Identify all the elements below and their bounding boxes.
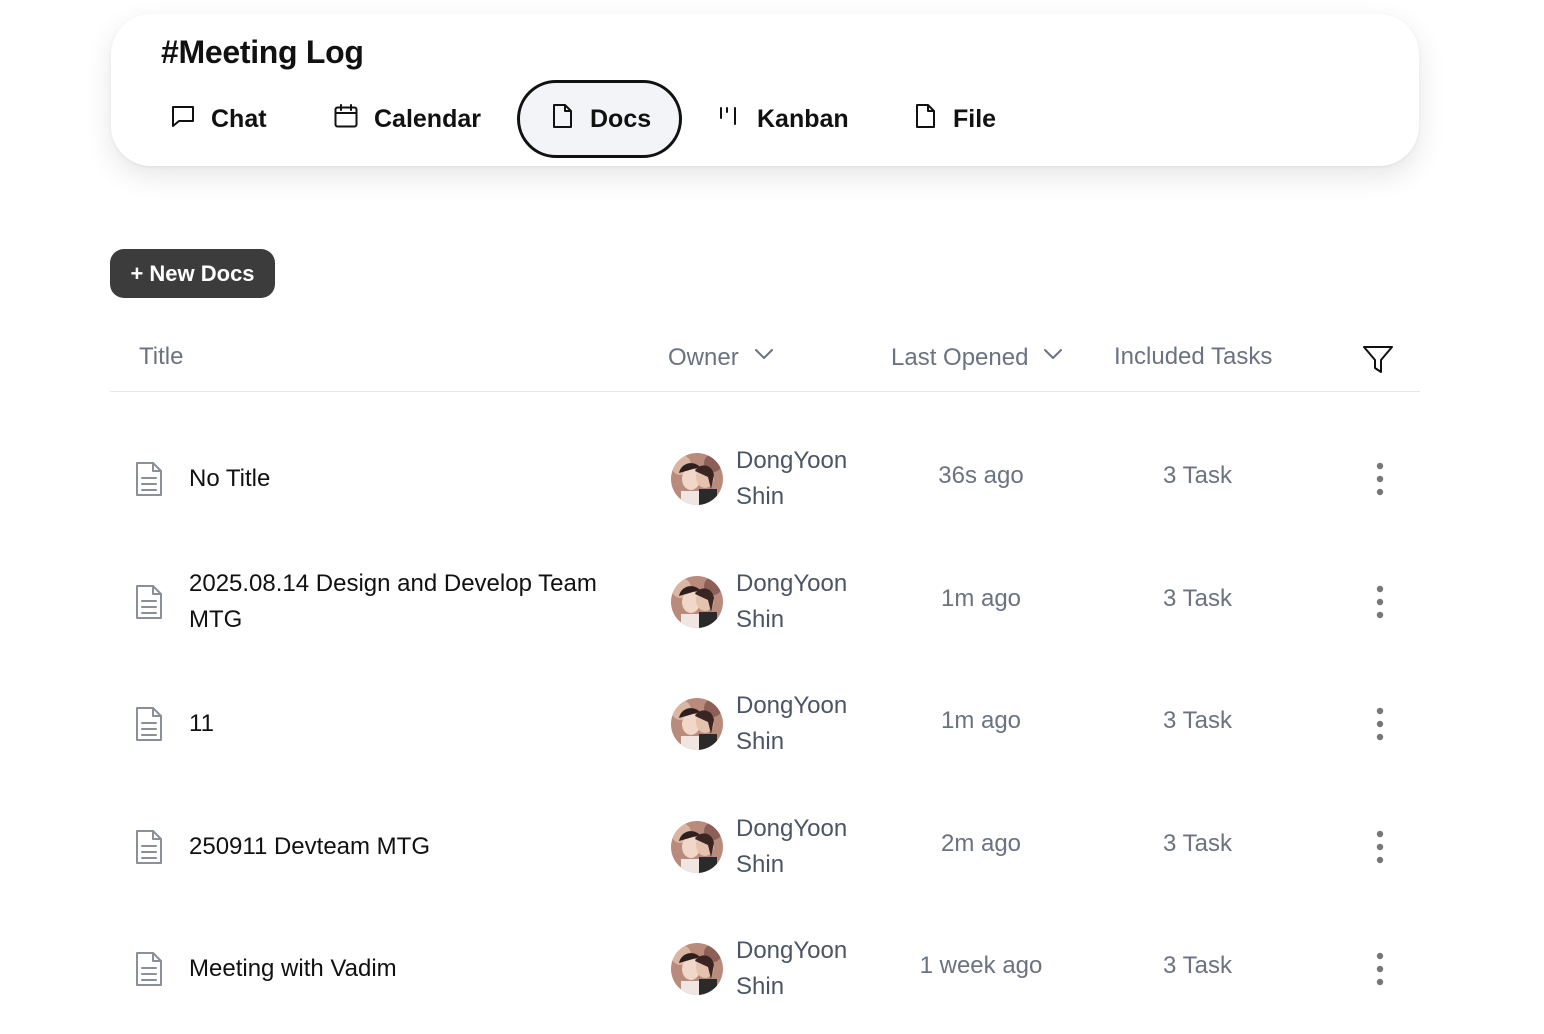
more-options-icon[interactable]	[1365, 704, 1395, 744]
tab-label: Chat	[211, 104, 267, 133]
chevron-down-icon	[753, 343, 775, 372]
owner-name: DongYoon Shin	[736, 814, 848, 878]
column-header-included-tasks: Included Tasks	[1114, 343, 1272, 371]
table-row[interactable]: 2025.08.14 Design and Develop Team MTG D…	[110, 541, 1420, 663]
column-header-label: Last Opened	[891, 343, 1029, 371]
column-header-owner[interactable]: Owner	[668, 343, 775, 372]
doc-title: 250911 Devteam MTG	[189, 832, 430, 860]
calendar-icon	[332, 102, 360, 137]
tab-label: Calendar	[374, 104, 481, 133]
included-tasks: 3 Task	[1163, 707, 1232, 734]
more-options-icon[interactable]	[1365, 582, 1395, 622]
doc-title: No Title	[189, 465, 271, 492]
document-icon	[132, 950, 166, 988]
more-options-icon[interactable]	[1365, 459, 1395, 499]
document-icon	[132, 460, 166, 498]
column-header-label: Title	[139, 343, 184, 370]
channel-header: #Meeting Log Chat Calendar Docs Kanban F…	[111, 14, 1419, 166]
last-opened: 1m ago	[940, 707, 1022, 734]
document-icon	[548, 102, 576, 137]
avatar	[671, 698, 723, 750]
avatar	[671, 820, 723, 873]
doc-title: 2025.08.14 Design and Develop Team MTG	[189, 569, 597, 633]
table-row[interactable]: No Title DongYoon Shin 36s ago 3 Task	[110, 418, 1420, 540]
avatar	[671, 943, 723, 995]
included-tasks: 3 Task	[1163, 829, 1232, 857]
tab-label: Kanban	[757, 104, 849, 133]
column-header-last-opened[interactable]: Last Opened	[891, 343, 1064, 372]
chevron-down-icon	[1042, 343, 1064, 372]
document-icon	[132, 828, 166, 866]
filter-icon[interactable]	[1360, 342, 1396, 378]
more-options-icon[interactable]	[1365, 949, 1395, 989]
channel-title: #Meeting Log	[161, 34, 364, 70]
owner-name: DongYoon Shin	[736, 937, 848, 1000]
last-opened: 36s ago	[938, 462, 1024, 489]
owner-name: DongYoon Shin	[736, 569, 848, 633]
included-tasks: 3 Task	[1163, 952, 1232, 979]
chat-bubble-icon	[169, 102, 197, 137]
kanban-icon	[715, 102, 743, 137]
doc-title: 11	[189, 710, 214, 737]
table-row[interactable]: Meeting with Vadim DongYoon Shin 1 week …	[110, 908, 1420, 1030]
tab-label: Docs	[590, 104, 652, 133]
tab-label: File	[953, 104, 997, 133]
included-tasks: 3 Task	[1163, 584, 1232, 612]
file-icon	[911, 102, 939, 137]
doc-title: Meeting with Vadim	[189, 955, 397, 982]
last-opened: 1m ago	[940, 584, 1022, 612]
tab-file[interactable]: File	[911, 80, 996, 158]
last-opened: 1 week ago	[919, 952, 1043, 979]
table-row[interactable]: 250911 Devteam MTG DongYoon Shin 2m ago …	[110, 786, 1420, 908]
avatar	[671, 575, 723, 628]
tab-bar: Chat Calendar Docs Kanban File	[111, 80, 1419, 158]
last-opened: 2m ago	[940, 829, 1022, 857]
tab-chat[interactable]: Chat	[169, 80, 267, 158]
owner-name: DongYoon Shin	[736, 447, 848, 510]
document-icon	[132, 583, 166, 621]
owner-name: DongYoon Shin	[736, 692, 848, 755]
new-docs-button[interactable]: + New Docs	[110, 249, 275, 298]
document-icon	[132, 705, 166, 743]
docs-table-header: Title Owner Last Opened Included Tasks	[110, 330, 1420, 392]
tab-kanban[interactable]: Kanban	[715, 80, 849, 158]
column-header-label: Owner	[668, 343, 739, 371]
table-row[interactable]: 11 DongYoon Shin 1m ago 3 Task	[110, 663, 1420, 785]
column-header-label: Included Tasks	[1114, 343, 1273, 370]
column-header-title: Title	[139, 343, 183, 371]
included-tasks: 3 Task	[1163, 462, 1232, 489]
more-options-icon[interactable]	[1365, 827, 1395, 867]
tab-calendar[interactable]: Calendar	[332, 80, 481, 158]
avatar	[671, 453, 723, 505]
tab-docs[interactable]: Docs	[517, 80, 683, 158]
